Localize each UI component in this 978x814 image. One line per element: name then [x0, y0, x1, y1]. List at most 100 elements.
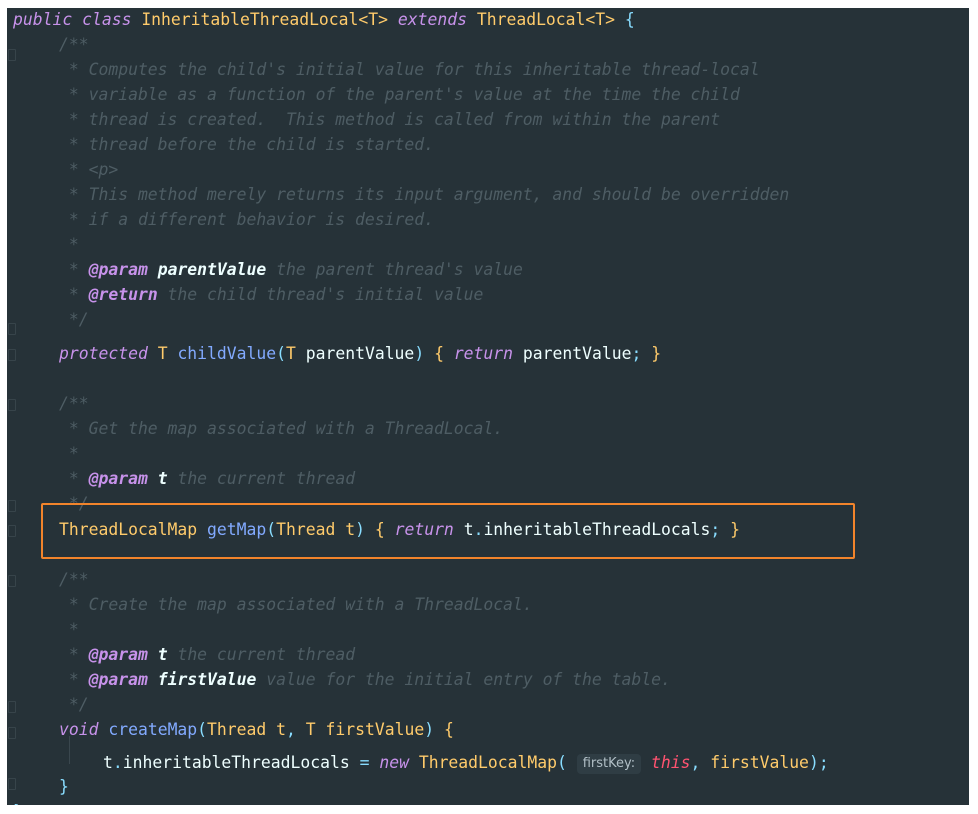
javadoc-tag: @param [88, 670, 148, 689]
comment-line[interactable]: * <p> [59, 158, 118, 182]
comment-line[interactable]: * Get the map associated with a ThreadLo… [59, 417, 503, 441]
code-line-closing-brace[interactable]: } [13, 800, 23, 805]
comment-line[interactable]: * thread before the child is started. [59, 133, 434, 157]
fold-marker-icon[interactable] [8, 701, 16, 713]
comment-star: * [59, 645, 89, 664]
paren: ( [556, 753, 567, 772]
keyword: void [59, 720, 99, 739]
comment-line-param[interactable]: * @param t the current thread [59, 643, 355, 667]
keyword: protected [59, 344, 148, 363]
javadoc-description: the current thread [167, 645, 356, 664]
return-type: T [157, 344, 168, 363]
comment-line-return[interactable]: * @return the child thread's initial val… [59, 283, 483, 307]
code-line-childvalue[interactable]: protected T childValue(T parentValue) { … [59, 342, 661, 366]
comment-line[interactable]: /** [59, 392, 89, 416]
javadoc-tag: @param [88, 469, 148, 488]
comment-star: * [59, 469, 89, 488]
fold-marker-icon[interactable] [8, 323, 16, 335]
class-name: InheritableThreadLocal [141, 10, 359, 29]
javadoc-description: the parent thread's value [266, 260, 523, 279]
comma: , [286, 720, 296, 739]
comment-line[interactable]: * Create the map associated with a Threa… [59, 593, 533, 617]
comment-line[interactable]: */ [59, 308, 89, 332]
fold-marker-icon[interactable] [8, 500, 16, 512]
code-line-createmap[interactable]: void createMap(Thread t, T firstValue) { [59, 718, 454, 742]
fold-marker-icon[interactable] [8, 349, 16, 361]
code-line-class-declaration[interactable]: public class InheritableThreadLocal<T> e… [13, 8, 635, 32]
keyword-this: this [651, 753, 691, 772]
method-name: createMap [108, 720, 198, 739]
operator: = [359, 753, 370, 772]
javadoc-description: the child thread's initial value [157, 285, 484, 304]
param-name: parentValue [305, 344, 415, 363]
brace: { [443, 720, 454, 739]
param-type: T [305, 720, 316, 739]
parameter-hint: firstKey: [576, 754, 642, 774]
semicolon: ; [818, 753, 829, 772]
fold-marker-icon[interactable] [8, 778, 16, 790]
dot: . [112, 753, 123, 772]
javadoc-param-name: parentValue [157, 260, 267, 279]
code-editor[interactable]: public class InheritableThreadLocal<T> e… [7, 8, 969, 805]
brace: { [434, 344, 444, 363]
fold-marker-icon[interactable] [8, 399, 16, 411]
javadoc-tag: @return [88, 285, 158, 304]
indent-guide [69, 736, 70, 764]
fold-marker-icon[interactable] [8, 575, 16, 587]
keyword: extends [397, 10, 467, 29]
comment-line[interactable]: * variable as a function of the parent's… [59, 83, 740, 107]
comment-line[interactable]: * thread is created. This method is call… [59, 108, 720, 132]
highlight-annotation-box [41, 503, 855, 559]
identifier: firstValue [710, 753, 809, 772]
comment-line[interactable]: * This method merely returns its input a… [59, 183, 789, 207]
class-name: ThreadLocalMap [418, 753, 557, 772]
comma: , [690, 753, 701, 772]
comment-line[interactable]: * Computes the child's initial value for… [59, 58, 760, 82]
comment-line-param[interactable]: * @param parentValue the parent thread's… [59, 258, 523, 282]
javadoc-tag: @param [88, 260, 148, 279]
brace: } [59, 777, 69, 796]
fold-marker-icon[interactable] [8, 525, 16, 537]
comment-line-param[interactable]: * @param firstValue value for the initia… [59, 668, 671, 692]
type-param: <T> [585, 10, 616, 29]
keyword: public [13, 10, 73, 29]
param-type: Thread [207, 720, 267, 739]
param-type: T [286, 344, 296, 363]
javadoc-param-name: t [157, 645, 168, 664]
javadoc-param-name: t [157, 469, 168, 488]
keyword: return [453, 344, 514, 363]
fold-marker-icon[interactable] [8, 49, 16, 61]
identifier: parentValue [522, 344, 632, 363]
identifier: t [103, 753, 113, 772]
param-name: t [276, 720, 287, 739]
brace: { [624, 10, 635, 29]
code-line-closing-brace[interactable]: } [59, 775, 69, 799]
code-line-assignment[interactable]: t.inheritableThreadLocals = new ThreadLo… [103, 751, 829, 775]
comment-line[interactable]: */ [59, 693, 89, 717]
brace: } [13, 802, 23, 805]
field-name: inheritableThreadLocals [122, 753, 350, 772]
comment-line[interactable]: * [59, 442, 79, 466]
fold-marker-icon[interactable] [8, 727, 16, 739]
javadoc-param-name: firstValue [157, 670, 257, 689]
paren: ( [276, 344, 286, 363]
param-name: firstValue [325, 720, 425, 739]
comment-line[interactable]: /** [59, 33, 89, 57]
comment-line[interactable]: * [59, 233, 79, 257]
comment-line[interactable]: * if a different behavior is desired. [59, 208, 434, 232]
javadoc-description: value for the initial entry of the table… [256, 670, 671, 689]
comment-star: * [59, 285, 89, 304]
comment-line[interactable]: /** [59, 568, 89, 592]
keyword: class [82, 10, 132, 29]
comment-line-param[interactable]: * @param t the current thread [59, 467, 355, 491]
type-param: <T> [358, 10, 389, 29]
paren: ( [197, 720, 208, 739]
comment-star: * [59, 260, 89, 279]
method-name: childValue [177, 344, 277, 363]
paren: ) [414, 344, 425, 363]
superclass-name: ThreadLocal [476, 10, 586, 29]
paren: ) [424, 720, 435, 739]
javadoc-description: the current thread [167, 469, 356, 488]
semicolon: ; [631, 344, 642, 363]
comment-line[interactable]: * [59, 618, 79, 642]
